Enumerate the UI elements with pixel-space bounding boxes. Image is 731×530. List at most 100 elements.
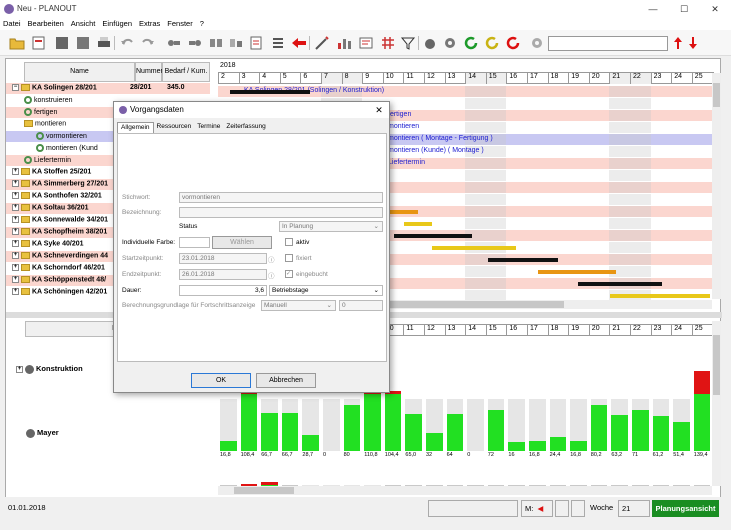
close-button[interactable]: ✕ xyxy=(704,2,726,16)
search-input[interactable] xyxy=(548,36,668,51)
refresh-red-icon[interactable] xyxy=(505,35,521,51)
expand-icon[interactable]: + xyxy=(12,252,19,259)
load-bar-overload[interactable] xyxy=(693,371,711,394)
open-folder-icon[interactable] xyxy=(9,35,25,51)
arrow-left-icon[interactable] xyxy=(291,35,307,51)
gantt-task-label[interactable]: montieren (Kunde) ( Montage ) xyxy=(388,147,484,154)
expand-icon[interactable]: + xyxy=(12,228,19,235)
load-bar-green[interactable] xyxy=(364,393,381,451)
save-as-icon[interactable] xyxy=(75,35,91,51)
gantt-bar[interactable] xyxy=(394,234,472,238)
tab-termine[interactable]: Termine xyxy=(194,122,223,133)
gantt-bar[interactable] xyxy=(488,258,558,262)
lower-vertical-scrollbar[interactable] xyxy=(712,321,721,486)
expand-icon[interactable]: + xyxy=(12,264,19,271)
bezeichnung-field[interactable] xyxy=(179,207,383,218)
settings-icon[interactable] xyxy=(529,35,545,51)
menu-ansicht[interactable]: Ansicht xyxy=(68,18,100,30)
load-bar-green[interactable] xyxy=(673,421,690,451)
menu-extras[interactable]: Extras xyxy=(136,18,164,30)
waehlen-button[interactable]: Wählen xyxy=(212,236,272,249)
expand-icon[interactable]: + xyxy=(12,240,19,247)
basis-number-field[interactable]: 0 xyxy=(339,300,383,311)
outdent-icon[interactable] xyxy=(187,35,203,51)
load-bar-overload[interactable] xyxy=(261,481,278,485)
gantt-bar[interactable] xyxy=(578,282,662,286)
eingebucht-checkbox[interactable]: ✓ xyxy=(285,270,293,278)
aktiv-checkbox[interactable] xyxy=(285,238,293,246)
tab-allgemein[interactable]: Allgemein xyxy=(117,122,154,133)
new-document-icon[interactable] xyxy=(31,35,47,51)
bomb-icon[interactable] xyxy=(422,35,438,51)
gantt-task-label[interactable]: fertigen xyxy=(388,111,411,118)
fixiert-checkbox[interactable] xyxy=(285,254,293,262)
resource-row-mayer[interactable]: Mayer xyxy=(26,428,59,438)
load-bar-green[interactable] xyxy=(590,405,608,451)
gantt-task-label[interactable]: Liefertermin xyxy=(388,159,425,166)
wizard-icon[interactable] xyxy=(314,35,330,51)
load-bar-green[interactable] xyxy=(302,434,319,451)
gear-icon[interactable] xyxy=(442,35,458,51)
load-bar-green[interactable] xyxy=(632,410,649,451)
menu-einfuegen[interactable]: Einfügen xyxy=(99,18,136,30)
link-icon[interactable] xyxy=(208,35,224,51)
ok-button[interactable]: OK xyxy=(191,373,251,388)
load-bar-green[interactable] xyxy=(570,441,587,451)
gantt-task-label[interactable]: montieren xyxy=(388,123,419,130)
dauer-field[interactable]: 3,6 xyxy=(179,285,267,296)
gantt-bar[interactable] xyxy=(230,90,310,94)
load-bar-green[interactable] xyxy=(487,409,505,451)
load-bar-green[interactable] xyxy=(261,412,278,451)
expand-icon[interactable]: + xyxy=(12,288,19,295)
menu-help[interactable]: ? xyxy=(197,18,208,30)
dauer-unit-select[interactable]: Betriebstage ⌄ xyxy=(269,285,383,296)
scrollbar-thumb[interactable] xyxy=(713,335,720,395)
load-bar-green[interactable] xyxy=(220,441,237,451)
minimize-button[interactable]: — xyxy=(642,2,664,16)
load-bar-green[interactable] xyxy=(343,405,361,451)
start-info-icon[interactable]: ⓘ xyxy=(268,254,275,264)
load-bar-green[interactable] xyxy=(508,441,525,451)
end-date-field[interactable]: 26.01.2018 xyxy=(179,269,267,280)
redo-icon[interactable] xyxy=(140,35,156,51)
planungsansicht-button[interactable]: Planungsansicht xyxy=(652,500,719,517)
status-select[interactable]: In Planung ⌄ xyxy=(279,221,383,232)
load-bar-green[interactable] xyxy=(426,432,443,451)
column-header-bedarf[interactable]: Bedarf / Kum. xyxy=(162,62,210,82)
column-header-nummer[interactable]: Nummer xyxy=(135,62,163,82)
collapse-icon[interactable]: − xyxy=(12,84,19,91)
undo-icon[interactable] xyxy=(119,35,135,51)
filter-icon[interactable] xyxy=(400,35,416,51)
lower-horizontal-scrollbar[interactable] xyxy=(218,486,712,495)
load-bar-green[interactable] xyxy=(529,441,546,451)
tab-ressourcen[interactable]: Ressourcen xyxy=(154,122,195,133)
start-date-field[interactable]: 23.01.2018 xyxy=(179,253,267,264)
arrow-up-icon[interactable] xyxy=(670,35,686,51)
expand-icon[interactable]: + xyxy=(16,365,23,373)
arrow-down-icon[interactable] xyxy=(685,35,701,51)
load-bar-green[interactable] xyxy=(405,413,422,451)
color-swatch[interactable] xyxy=(179,237,210,248)
indent-icon[interactable] xyxy=(166,35,182,51)
chart-icon[interactable] xyxy=(336,35,352,51)
arrow-left-icon[interactable]: ◀ xyxy=(537,504,543,513)
save-icon[interactable] xyxy=(54,35,70,51)
table-row[interactable]: − KA Solingen 28/201 28/201 345.0 xyxy=(6,83,210,94)
cancel-button[interactable]: Abbrechen xyxy=(256,373,316,388)
grid-icon[interactable] xyxy=(380,35,396,51)
gantt-bar[interactable] xyxy=(432,246,516,250)
load-bar-green[interactable] xyxy=(693,393,711,451)
list-icon[interactable] xyxy=(270,35,286,51)
menu-datei[interactable]: Datei xyxy=(0,18,25,30)
resource-icon[interactable] xyxy=(358,35,374,51)
document-icon[interactable] xyxy=(248,35,264,51)
gantt-task-label[interactable]: montieren ( Montage - Fertigung ) xyxy=(388,135,493,142)
expand-icon[interactable]: + xyxy=(12,192,19,199)
stichwort-field[interactable]: vormontieren xyxy=(179,192,383,203)
refresh-yellow-icon[interactable] xyxy=(484,35,500,51)
gantt-bar[interactable] xyxy=(404,222,432,226)
maximize-button[interactable]: ☐ xyxy=(673,2,695,16)
gantt-bar[interactable] xyxy=(538,270,616,274)
expand-icon[interactable]: + xyxy=(12,216,19,223)
expand-icon[interactable]: + xyxy=(12,168,19,175)
